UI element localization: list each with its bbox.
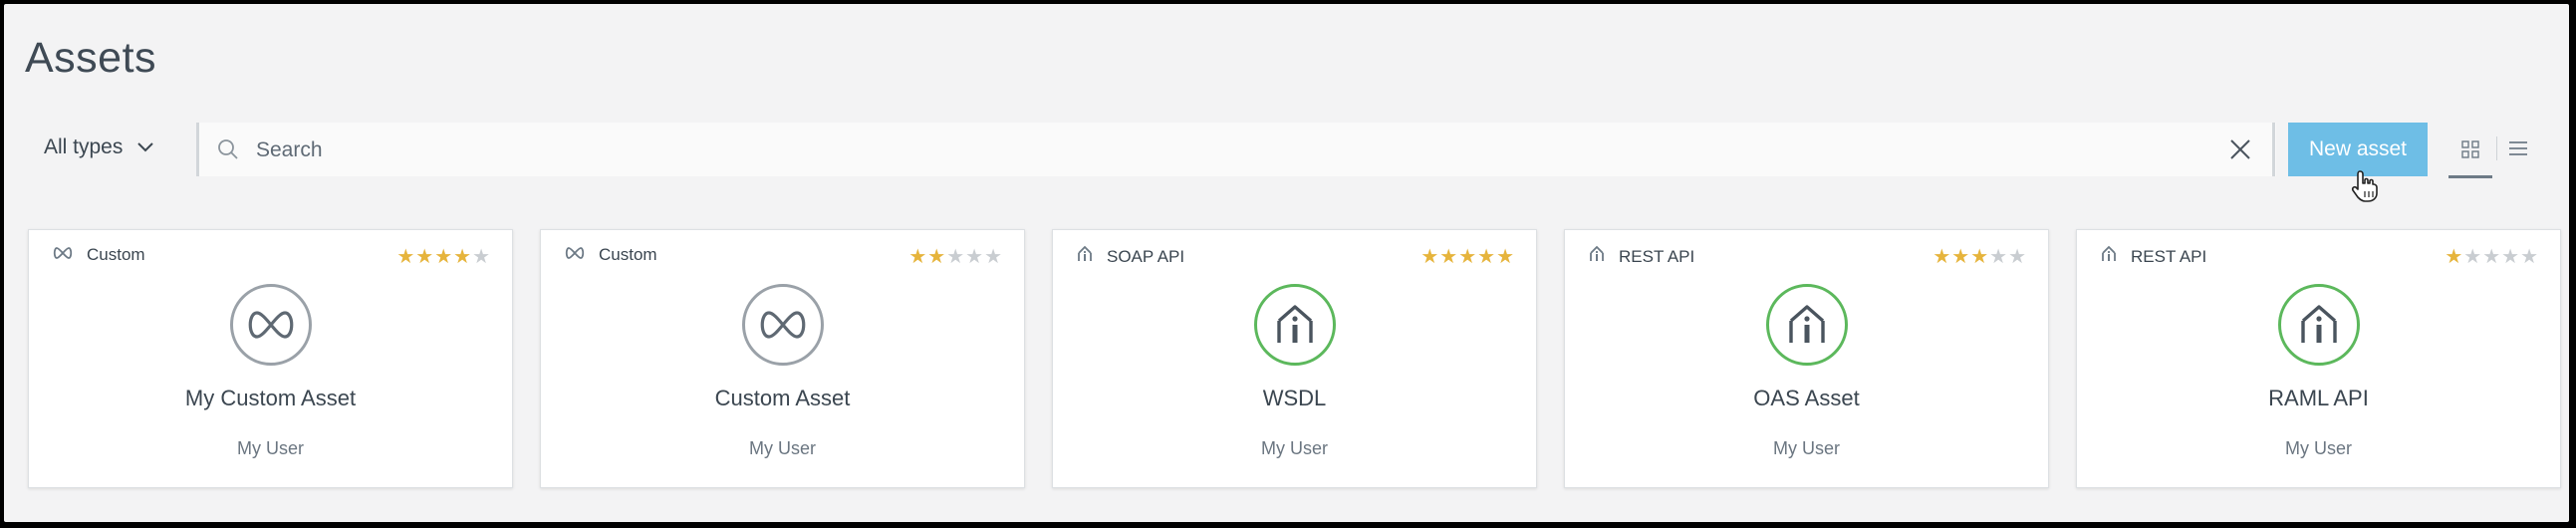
- active-view-indicator: [2448, 175, 2492, 178]
- star-filled-icon: ★: [1458, 246, 1477, 268]
- star-filled-icon: ★: [453, 246, 472, 268]
- api-icon: [1253, 284, 1336, 366]
- asset-card[interactable]: Custom ★ ★ ★ ★ ★ Custom Asset My User: [540, 229, 1025, 488]
- asset-type-label: Custom: [599, 245, 657, 264]
- asset-name: RAML API: [2268, 386, 2369, 410]
- star-filled-icon: ★: [2445, 246, 2463, 268]
- asset-type: Custom: [53, 245, 145, 265]
- star-filled-icon: ★: [1932, 246, 1951, 268]
- asset-type: REST API: [1589, 245, 1694, 268]
- list-view-icon[interactable]: [2507, 139, 2529, 157]
- asset-card[interactable]: SOAP API ★ ★ ★ ★ ★ WSDL My User: [1052, 229, 1537, 488]
- star-empty-icon: ★: [965, 246, 984, 268]
- asset-type-label: SOAP API: [1107, 246, 1185, 266]
- asset-type: REST API: [2101, 245, 2206, 268]
- asset-name: WSDL: [1262, 386, 1327, 410]
- asset-name: My Custom Asset: [184, 386, 357, 410]
- asset-owner: My User: [2285, 438, 2352, 458]
- star-filled-icon: ★: [927, 246, 946, 268]
- asset-owner: My User: [1261, 438, 1328, 458]
- asset-name: Custom Asset: [714, 386, 851, 410]
- view-toggle-separator: [2496, 136, 2497, 160]
- chevron-down-icon: [137, 142, 154, 152]
- star-empty-icon: ★: [472, 246, 490, 268]
- star-empty-icon: ★: [2463, 246, 2482, 268]
- star-filled-icon: ★: [1970, 246, 1989, 268]
- api-icon: [2277, 284, 2360, 366]
- star-empty-icon: ★: [984, 246, 1002, 268]
- star-filled-icon: ★: [1439, 246, 1458, 268]
- search-icon: [218, 139, 238, 159]
- clear-search-icon[interactable]: [2228, 137, 2252, 161]
- star-empty-icon: ★: [946, 246, 965, 268]
- page-title: Assets: [25, 34, 157, 82]
- type-filter-dropdown[interactable]: All types: [44, 135, 154, 159]
- rating-stars: ★ ★ ★ ★ ★: [2445, 247, 2538, 267]
- asset-owner: My User: [237, 438, 304, 458]
- rating-stars: ★ ★ ★ ★ ★: [1932, 247, 2026, 267]
- custom-asset-icon: [741, 284, 824, 366]
- asset-card[interactable]: Custom ★ ★ ★ ★ ★ My Custom Asset My User: [28, 229, 513, 488]
- star-empty-icon: ★: [2501, 246, 2520, 268]
- asset-type: SOAP API: [1077, 245, 1184, 268]
- rating-stars: ★ ★ ★ ★ ★: [396, 247, 490, 267]
- api-type-icon: [1589, 245, 1605, 268]
- star-filled-icon: ★: [1951, 246, 1970, 268]
- asset-type-label: REST API: [1619, 246, 1695, 266]
- new-asset-button[interactable]: New asset: [2288, 123, 2428, 176]
- toolbar-divider: [2272, 123, 2275, 176]
- star-empty-icon: ★: [2482, 246, 2501, 268]
- star-filled-icon: ★: [1496, 246, 1514, 268]
- star-filled-icon: ★: [415, 246, 434, 268]
- api-type-icon: [1077, 245, 1093, 268]
- asset-name: OAS Asset: [1753, 386, 1860, 410]
- api-icon: [1765, 284, 1848, 366]
- app-window: Assets All types New asset: [4, 4, 2569, 522]
- star-filled-icon: ★: [908, 246, 927, 268]
- asset-owner: My User: [749, 438, 816, 458]
- asset-card[interactable]: REST API ★ ★ ★ ★ ★ OAS Asset My User: [1564, 229, 2049, 488]
- search-bar: [196, 123, 2276, 178]
- star-empty-icon: ★: [2008, 246, 2026, 268]
- star-filled-icon: ★: [1477, 246, 1496, 268]
- asset-card[interactable]: REST API ★ ★ ★ ★ ★ RAML API My User: [2076, 229, 2561, 488]
- custom-type-icon: [565, 245, 585, 265]
- star-filled-icon: ★: [396, 246, 415, 268]
- search-input[interactable]: [254, 123, 2151, 178]
- asset-type-label: Custom: [87, 245, 145, 264]
- asset-owner: My User: [1773, 438, 1840, 458]
- star-filled-icon: ★: [1420, 246, 1439, 268]
- type-filter-label: All types: [44, 135, 124, 158]
- api-type-icon: [2101, 245, 2117, 268]
- grid-view-icon[interactable]: [2460, 139, 2480, 159]
- star-empty-icon: ★: [2520, 246, 2538, 268]
- star-empty-icon: ★: [1989, 246, 2008, 268]
- custom-asset-icon: [229, 284, 312, 366]
- asset-type-label: REST API: [2131, 246, 2207, 266]
- asset-type: Custom: [565, 245, 657, 265]
- custom-type-icon: [53, 245, 73, 265]
- rating-stars: ★ ★ ★ ★ ★: [1420, 247, 1514, 267]
- star-filled-icon: ★: [434, 246, 453, 268]
- hand-cursor-icon: [2351, 170, 2378, 202]
- rating-stars: ★ ★ ★ ★ ★: [908, 247, 1002, 267]
